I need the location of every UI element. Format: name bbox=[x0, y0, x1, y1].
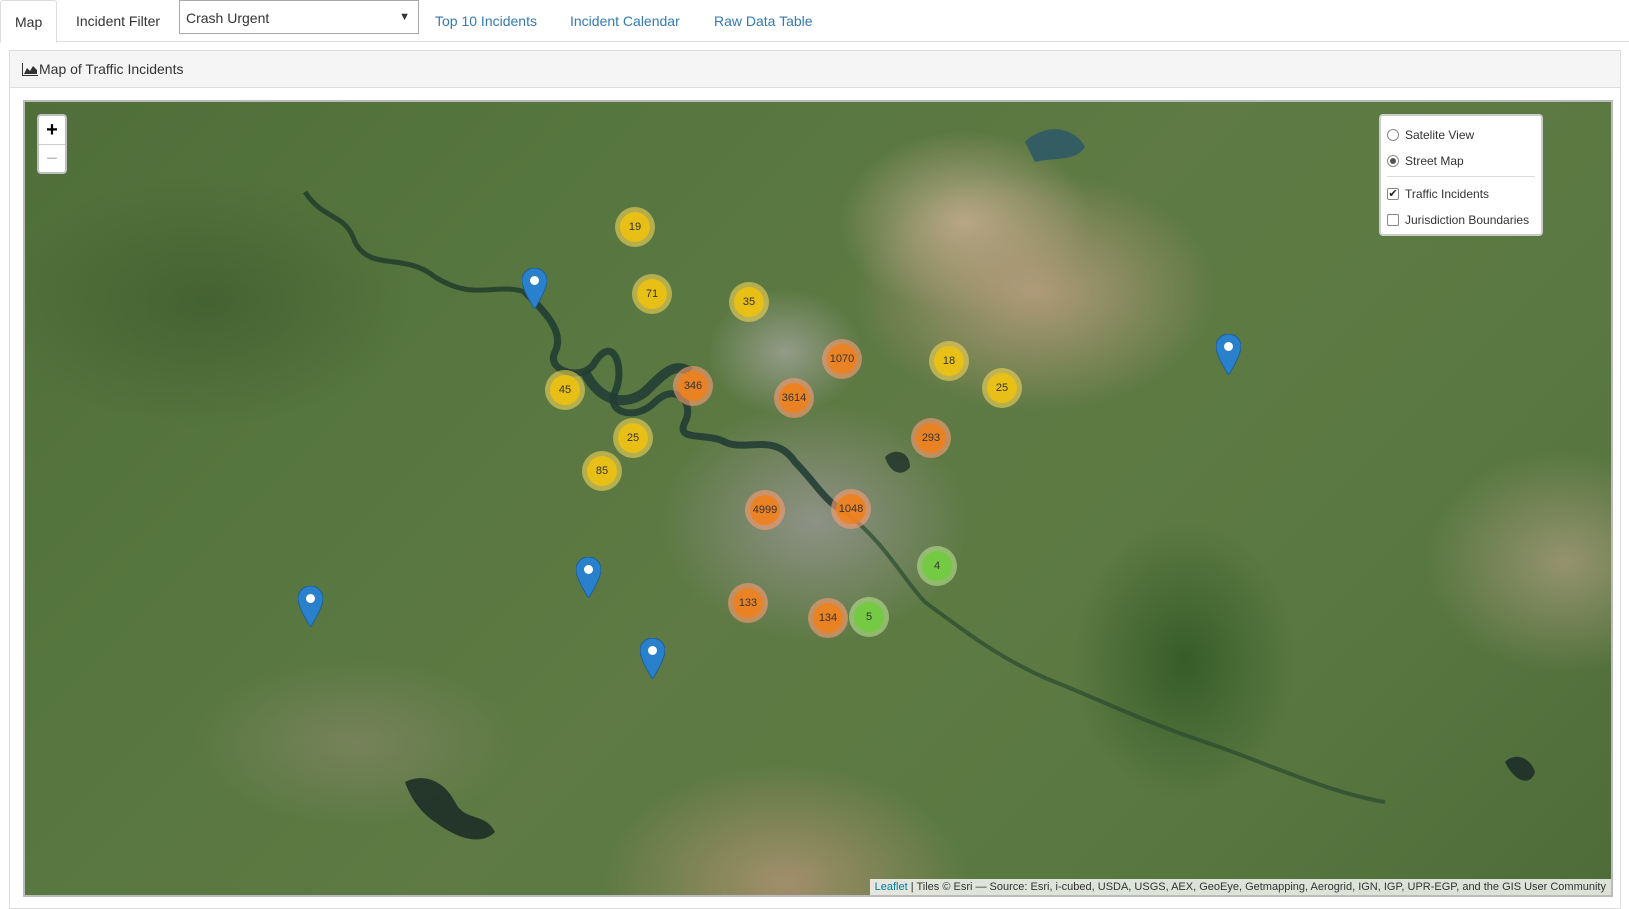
cluster-count: 19 bbox=[620, 212, 650, 242]
link-top-10-incidents[interactable]: Top 10 Incidents bbox=[435, 0, 537, 42]
map-canvas[interactable]: + − Satelite View Street Map ✔ Traffic I… bbox=[23, 100, 1613, 897]
layers-control: Satelite View Street Map ✔ Traffic Incid… bbox=[1379, 114, 1543, 236]
layers-separator bbox=[1387, 176, 1535, 177]
cluster-marker[interactable]: 25 bbox=[982, 368, 1022, 408]
zoom-control: + − bbox=[37, 114, 67, 174]
top-navbar: Map Incident Filter Crash Urgent ▼ Top 1… bbox=[0, 0, 1629, 43]
map-attribution: Leaflet | Tiles © Esri — Source: Esri, i… bbox=[869, 879, 1611, 895]
cluster-marker[interactable]: 4999 bbox=[745, 490, 785, 530]
cluster-marker[interactable]: 71 bbox=[632, 274, 672, 314]
cluster-marker[interactable]: 45 bbox=[545, 370, 585, 410]
tab-incident-filter[interactable]: Incident Filter bbox=[62, 0, 174, 42]
cluster-count: 4 bbox=[922, 551, 952, 581]
tiles-attribution-text: | Tiles © Esri — Source: Esri, i-cubed, … bbox=[907, 881, 1606, 893]
jurisdiction-boundaries-label: Jurisdiction Boundaries bbox=[1405, 213, 1530, 227]
cluster-count: 5 bbox=[854, 602, 884, 632]
overlay-traffic-incidents[interactable]: ✔ Traffic Incidents bbox=[1387, 181, 1535, 207]
location-pin-icon[interactable] bbox=[640, 638, 665, 679]
cluster-marker[interactable]: 3614 bbox=[774, 378, 814, 418]
satelite-view-radio[interactable] bbox=[1387, 129, 1399, 141]
cluster-count: 293 bbox=[916, 423, 946, 453]
cluster-count: 4999 bbox=[750, 495, 780, 525]
panel-title: Map of Traffic Incidents bbox=[39, 61, 184, 77]
cluster-count: 25 bbox=[987, 373, 1017, 403]
cluster-count: 346 bbox=[678, 371, 708, 401]
cluster-count: 71 bbox=[637, 279, 667, 309]
cluster-count: 25 bbox=[618, 423, 648, 453]
cluster-marker[interactable]: 134 bbox=[808, 598, 848, 638]
panel-heading: Map of Traffic Incidents bbox=[10, 51, 1620, 88]
incident-filter-select-value: Crash Urgent bbox=[186, 10, 270, 26]
leaflet-link[interactable]: Leaflet bbox=[875, 881, 908, 893]
incident-filter-select[interactable]: Crash Urgent ▼ bbox=[179, 0, 419, 34]
link-raw-data-table[interactable]: Raw Data Table bbox=[714, 0, 813, 42]
base-layer-street-map[interactable]: Street Map bbox=[1387, 148, 1535, 174]
cluster-marker[interactable]: 1048 bbox=[831, 489, 871, 529]
dropdown-arrow-icon: ▼ bbox=[399, 11, 410, 23]
cluster-marker[interactable]: 293 bbox=[911, 418, 951, 458]
base-layer-satelite-view[interactable]: Satelite View bbox=[1387, 122, 1535, 148]
cluster-count: 18 bbox=[934, 346, 964, 376]
cluster-marker[interactable]: 346 bbox=[673, 366, 713, 406]
cluster-count: 85 bbox=[587, 456, 617, 486]
street-map-label: Street Map bbox=[1405, 154, 1464, 168]
cluster-count: 133 bbox=[733, 588, 763, 618]
street-map-radio[interactable] bbox=[1387, 155, 1399, 167]
traffic-incidents-label: Traffic Incidents bbox=[1405, 187, 1490, 201]
cluster-count: 35 bbox=[734, 287, 764, 317]
jurisdiction-boundaries-checkbox[interactable] bbox=[1387, 214, 1399, 226]
cluster-marker[interactable]: 133 bbox=[728, 583, 768, 623]
cluster-marker[interactable]: 5 bbox=[849, 597, 889, 637]
cluster-marker[interactable]: 35 bbox=[729, 282, 769, 322]
cluster-count: 3614 bbox=[779, 383, 809, 413]
traffic-incidents-checkbox[interactable]: ✔ bbox=[1387, 188, 1399, 200]
cluster-count: 134 bbox=[813, 603, 843, 633]
link-incident-calendar[interactable]: Incident Calendar bbox=[570, 0, 680, 42]
zoom-in-button[interactable]: + bbox=[39, 116, 65, 144]
cluster-marker[interactable]: 85 bbox=[582, 451, 622, 491]
location-pin-icon[interactable] bbox=[522, 268, 547, 309]
cluster-marker[interactable]: 1070 bbox=[822, 339, 862, 379]
cluster-count: 1070 bbox=[827, 344, 857, 374]
cluster-count: 45 bbox=[550, 375, 580, 405]
cluster-marker[interactable]: 25 bbox=[613, 418, 653, 458]
overlay-jurisdiction-boundaries[interactable]: Jurisdiction Boundaries bbox=[1387, 207, 1535, 233]
location-pin-icon[interactable] bbox=[576, 557, 601, 598]
cluster-marker[interactable]: 4 bbox=[917, 546, 957, 586]
cluster-count: 1048 bbox=[836, 494, 866, 524]
area-chart-icon bbox=[22, 63, 38, 76]
zoom-out-button[interactable]: − bbox=[39, 144, 65, 172]
location-pin-icon[interactable] bbox=[298, 586, 323, 627]
cluster-marker[interactable]: 18 bbox=[929, 341, 969, 381]
cluster-marker[interactable]: 19 bbox=[615, 207, 655, 247]
tab-map[interactable]: Map bbox=[0, 0, 58, 43]
satelite-view-label: Satelite View bbox=[1405, 128, 1475, 142]
map-tiles-satellite bbox=[302, 129, 1535, 840]
location-pin-icon[interactable] bbox=[1216, 334, 1241, 375]
